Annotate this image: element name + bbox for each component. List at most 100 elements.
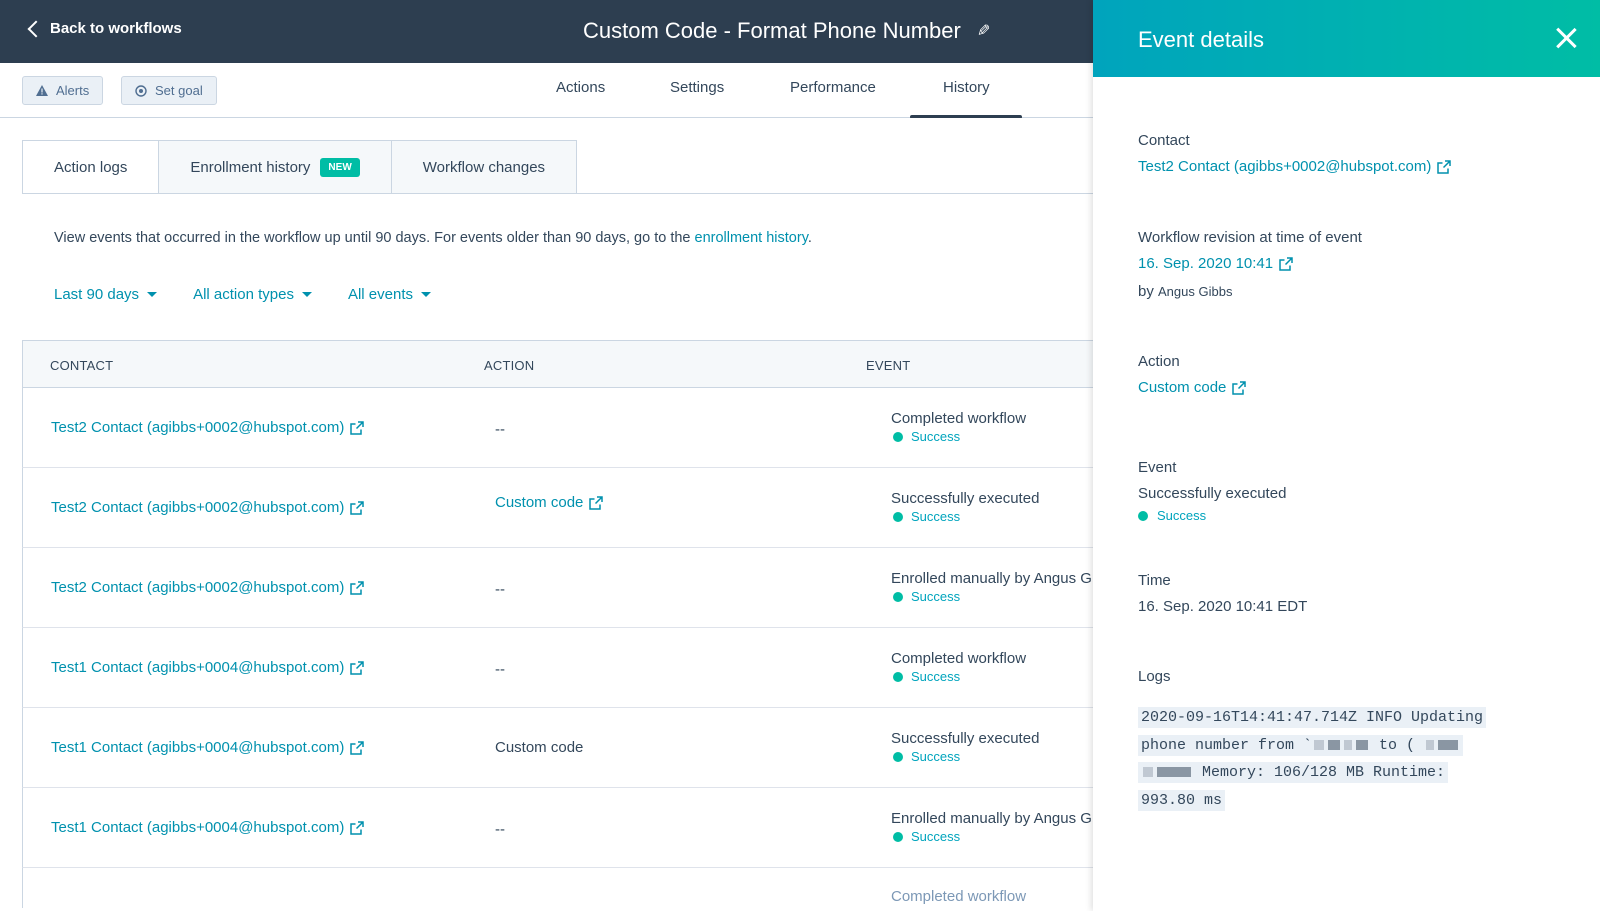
- table-row[interactable]: Test1 Contact (agibbs+0004@hubspot.com) -…: [22, 628, 1100, 708]
- caret-down-icon: [147, 292, 158, 297]
- back-to-workflows-link[interactable]: Back to workflows: [26, 20, 182, 38]
- header-action[interactable]: ACTION: [484, 358, 534, 373]
- status-indicator: Success: [893, 749, 1101, 764]
- alerts-button[interactable]: Alerts: [22, 76, 104, 105]
- success-dot-icon: [893, 831, 903, 842]
- chevron-left-icon: [27, 20, 45, 38]
- contact-link[interactable]: Test1 Contact (agibbs+0004@hubspot.com): [51, 739, 365, 756]
- filters-bar: Last 90 days All action types All events: [54, 286, 431, 303]
- external-link-icon: [350, 500, 365, 515]
- contact-label: Contact: [1138, 132, 1190, 149]
- logs-output: 2020-09-16T14:41:47.714Z INFO Updating p…: [1138, 704, 1558, 814]
- workflow-header: Back to workflows Custom Code - Format P…: [0, 0, 1100, 63]
- external-link-icon: [589, 495, 604, 510]
- intro-suffix: .: [807, 230, 812, 246]
- history-tabs: Action logs Enrollment history NEW Workf…: [22, 140, 578, 194]
- revision-author: by Angus Gibbs: [1138, 283, 1232, 300]
- caret-down-icon: [421, 292, 431, 297]
- external-link-icon: [350, 420, 365, 435]
- table-row[interactable]: Test2 Contact (agibbs+0002@hubspot.com) -…: [22, 548, 1100, 628]
- action-label: Action: [1138, 353, 1180, 370]
- enrollment-history-link[interactable]: enrollment history: [695, 230, 808, 246]
- status-indicator: Success: [893, 429, 1101, 444]
- table-row[interactable]: Test1 Contact (agibbs+0004@hubspot.com) C…: [22, 708, 1100, 788]
- action-link[interactable]: Custom code: [1138, 379, 1247, 396]
- tab-enrollment-history[interactable]: Enrollment history NEW: [159, 140, 392, 194]
- header-contact[interactable]: CONTACT: [50, 358, 113, 373]
- redacted-block: [1143, 767, 1153, 778]
- action-name: Custom code: [495, 494, 584, 511]
- status-indicator: Success: [893, 669, 1101, 684]
- event-status-text: Success: [1157, 508, 1207, 523]
- table-row[interactable]: Test1 Contact (agibbs+0004@hubspot.com) -…: [22, 788, 1100, 868]
- action-empty: --: [495, 421, 505, 438]
- alerts-label: Alerts: [56, 83, 90, 98]
- redacted-block: [1328, 739, 1341, 750]
- event-filter[interactable]: All events: [348, 286, 431, 303]
- event-cell: Successfully executed Success: [891, 730, 1101, 764]
- table-header: CONTACT ACTION EVENT: [22, 340, 1100, 388]
- tab-actions[interactable]: Actions: [556, 79, 605, 96]
- date-range-filter[interactable]: Last 90 days: [54, 286, 158, 303]
- status-text: Success: [911, 829, 961, 844]
- event-text: Successfully executed: [891, 730, 1040, 747]
- header-event[interactable]: EVENT: [866, 358, 910, 373]
- status-indicator: Success: [893, 589, 1101, 604]
- tabs-divider: [22, 193, 1100, 194]
- contact-link[interactable]: Test1 Contact (agibbs+0004@hubspot.com): [51, 659, 365, 676]
- event-cell: Completed workflow: [891, 888, 1101, 905]
- action-text: Custom code: [495, 739, 584, 756]
- logs-label: Logs: [1138, 668, 1171, 685]
- status-text: Success: [911, 509, 961, 524]
- caret-down-icon: [301, 292, 312, 297]
- status-text: Success: [911, 429, 961, 444]
- workflow-title: Custom Code - Format Phone Number ✎: [583, 18, 990, 44]
- event-text: Completed workflow: [891, 888, 1027, 905]
- contact-link[interactable]: Test2 Contact (agibbs+0002@hubspot.com): [1138, 158, 1452, 175]
- success-dot-icon: [893, 511, 903, 522]
- pencil-icon[interactable]: ✎: [977, 21, 990, 41]
- success-dot-icon: [893, 591, 903, 602]
- revision-link[interactable]: 16. Sep. 2020 10:41: [1138, 255, 1293, 272]
- action-link[interactable]: Custom code: [495, 494, 604, 511]
- event-cell: Successfully executed Success: [891, 490, 1101, 524]
- tab-performance[interactable]: Performance: [790, 79, 876, 96]
- table-body: Test2 Contact (agibbs+0002@hubspot.com) -…: [22, 388, 1100, 908]
- tab-workflow-changes[interactable]: Workflow changes: [391, 140, 578, 194]
- tab-enrollment-history-label: Enrollment history: [190, 158, 311, 176]
- log-line-3: Memory: 106/128 MB Runtime:: [1202, 764, 1446, 781]
- event-cell: Enrolled manually by Angus G Success: [891, 570, 1101, 604]
- contact-name: Test1 Contact (agibbs+0004@hubspot.com): [51, 659, 345, 676]
- external-link-icon: [350, 660, 365, 675]
- action-link-text: Custom code: [1138, 379, 1227, 396]
- log-line-2-end: to (: [1379, 736, 1416, 754]
- table-row[interactable]: Test2 Contact (agibbs+0002@hubspot.com) C…: [22, 468, 1100, 548]
- status-indicator: Success: [893, 829, 1101, 844]
- close-icon[interactable]: [1554, 26, 1578, 50]
- event-cell: Enrolled manually by Angus G Success: [891, 810, 1101, 844]
- contact-link[interactable]: Test2 Contact (agibbs+0002@hubspot.com): [51, 499, 365, 516]
- contact-name: Test1 Contact (agibbs+0004@hubspot.com): [51, 819, 345, 836]
- contact-link[interactable]: Test2 Contact (agibbs+0002@hubspot.com): [51, 419, 365, 436]
- log-line-1: 2020-09-16T14:41:47.714Z INFO Updating: [1138, 707, 1487, 728]
- event-filter-label: All events: [347, 286, 413, 303]
- action-type-filter[interactable]: All action types: [193, 286, 312, 303]
- contact-link[interactable]: Test2 Contact (agibbs+0002@hubspot.com): [51, 579, 365, 596]
- tab-action-logs[interactable]: Action logs: [22, 140, 160, 194]
- contact-name: Test1 Contact (agibbs+0004@hubspot.com): [51, 739, 345, 756]
- warning-icon: [36, 85, 48, 96]
- event-text: Enrolled manually by Angus G: [891, 810, 1092, 827]
- action-log-table: CONTACT ACTION EVENT Test2 Contact (agib…: [22, 340, 1100, 908]
- tab-history[interactable]: History: [943, 79, 990, 96]
- action-empty: --: [495, 581, 505, 598]
- status-text: Success: [911, 749, 961, 764]
- table-row[interactable]: Test2 Contact (agibbs+0002@hubspot.com) -…: [22, 388, 1100, 468]
- contact-name: Test2 Contact (agibbs+0002@hubspot.com): [51, 499, 345, 516]
- contact-link[interactable]: Test1 Contact (agibbs+0004@hubspot.com): [51, 819, 365, 836]
- revision-link-text: 16. Sep. 2020 10:41: [1138, 255, 1274, 272]
- time-label: Time: [1138, 572, 1171, 589]
- table-row[interactable]: Completed workflow: [22, 868, 1100, 908]
- tab-settings[interactable]: Settings: [670, 79, 724, 96]
- set-goal-button[interactable]: Set goal: [121, 76, 217, 105]
- date-range-label: Last 90 days: [54, 286, 140, 303]
